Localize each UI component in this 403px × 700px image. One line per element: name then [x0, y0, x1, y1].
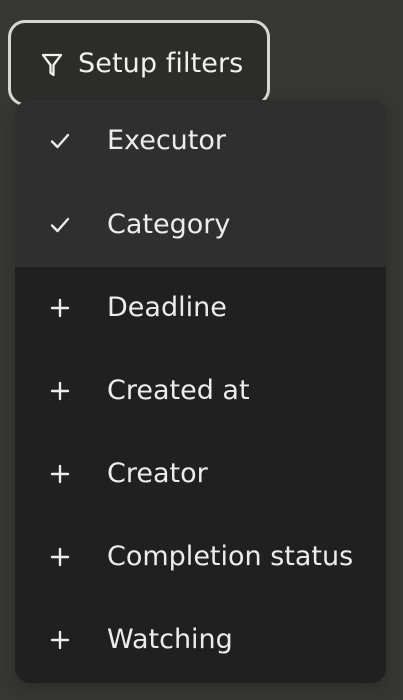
filter-icon [41, 53, 63, 77]
checkmark-icon [50, 133, 70, 149]
setup-filters-label: Setup filters [78, 48, 244, 79]
plus-icon [50, 298, 70, 318]
menu-item-category[interactable]: Category [15, 184, 386, 267]
setup-filters-button[interactable]: Setup filters [8, 20, 270, 106]
menu-item-label: Created at [107, 375, 250, 406]
menu-item-label: Deadline [107, 292, 227, 323]
menu-item-label: Executor [107, 125, 226, 156]
menu-item-completion-status[interactable]: Completion status [15, 516, 386, 599]
plus-icon [50, 464, 70, 484]
menu-item-created-at[interactable]: Created at [15, 350, 386, 433]
plus-icon [50, 547, 70, 567]
checkmark-icon [50, 217, 70, 233]
filter-setup-popover: Setup filters Executor Category Deadline [0, 0, 403, 700]
menu-item-label: Watching [107, 624, 233, 655]
menu-item-creator[interactable]: Creator [15, 433, 386, 516]
menu-item-executor[interactable]: Executor [15, 100, 386, 184]
plus-icon [50, 381, 70, 401]
filter-options-menu: Executor Category Deadline Created at Cr [15, 100, 386, 683]
menu-item-label: Completion status [107, 541, 354, 572]
menu-item-deadline[interactable]: Deadline [15, 267, 386, 350]
plus-icon [50, 630, 70, 650]
menu-item-label: Creator [107, 458, 208, 489]
menu-item-label: Category [107, 209, 231, 240]
menu-item-watching[interactable]: Watching [15, 599, 386, 682]
